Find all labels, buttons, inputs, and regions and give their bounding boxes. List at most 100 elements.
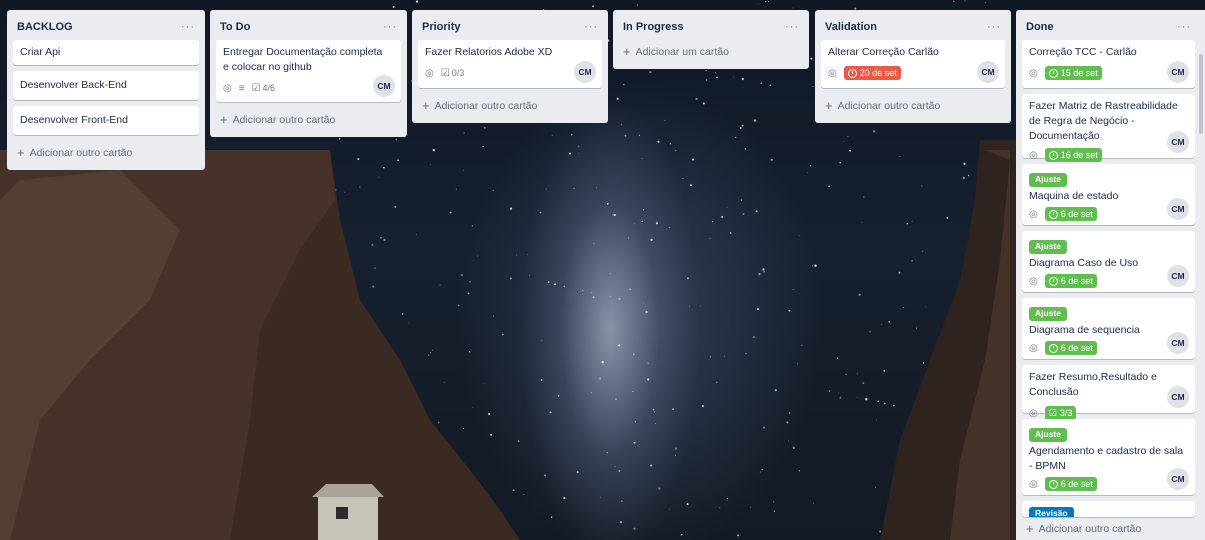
list-menu-icon[interactable]: ···	[785, 21, 799, 33]
list-menu-icon[interactable]: ···	[383, 21, 397, 33]
list-header[interactable]: BACKLOG ···	[13, 16, 199, 38]
card[interactable]: Criar Api	[13, 40, 199, 65]
list-header[interactable]: Validation ···	[821, 16, 1005, 38]
plus-icon: +	[623, 44, 631, 59]
list-menu-icon[interactable]: ···	[987, 21, 1001, 33]
add-card-button[interactable]: + Adicionar outro cartão	[821, 94, 1005, 117]
clock-icon	[1048, 68, 1058, 78]
plus-icon: +	[1026, 521, 1034, 536]
card-title: Agendamento e cadastro de sala - BPMN	[1029, 445, 1184, 472]
member-avatar[interactable]: CM	[373, 75, 395, 97]
card-badges: ◎ 6 de set	[1029, 205, 1188, 223]
card[interactable]: Ajuste Agendamento e cadastro de sala - …	[1022, 419, 1195, 495]
due-date-text: 6 de set	[1060, 276, 1093, 286]
card[interactable]: Alterar Correção Carlão ◎ 20 de set CM	[821, 40, 1005, 88]
card-badges: ◎ 20 de set	[828, 64, 998, 82]
watch-icon: ◎	[1029, 149, 1038, 161]
list-menu-icon[interactable]: ···	[181, 21, 195, 33]
add-card-button[interactable]: + Adicionar outro cartão	[216, 108, 401, 131]
watch-icon: ◎	[425, 67, 434, 79]
watch-icon: ◎	[1029, 478, 1038, 490]
card-label: Ajuste	[1029, 173, 1067, 187]
due-date-text: 6 de set	[1060, 343, 1093, 353]
clock-icon	[1048, 343, 1058, 353]
card-title: Desenvolver Front-End	[20, 114, 128, 126]
list-scrollbar[interactable]	[1199, 54, 1203, 134]
checklist-icon: ☑	[1048, 407, 1057, 418]
due-date-badge[interactable]: 15 de set	[1044, 66, 1102, 80]
due-date-badge[interactable]: 6 de set	[1044, 341, 1097, 355]
member-avatar[interactable]: CM	[1167, 468, 1189, 490]
card[interactable]: Ajuste Maquina de estado ◎ 6 de set CM	[1022, 164, 1195, 225]
add-card-button[interactable]: + Adicionar outro cartão	[418, 94, 602, 117]
list-header[interactable]: Priority ···	[418, 16, 602, 38]
due-date-badge[interactable]: 6 de set	[1044, 207, 1097, 221]
plus-icon: +	[422, 98, 430, 113]
clock-icon	[1048, 150, 1058, 160]
list-header[interactable]: Done ···	[1022, 16, 1195, 38]
list-title[interactable]: Validation	[825, 21, 877, 33]
list-title[interactable]: Priority	[422, 21, 461, 33]
checklist-count: 4/6	[262, 83, 276, 93]
clock-icon	[1048, 209, 1058, 219]
watch-icon: ◎	[1029, 342, 1038, 354]
list-to-do: To Do ··· Entregar Documentação completa…	[210, 10, 407, 137]
card-title: Desenvolver Back-End	[20, 79, 127, 91]
card[interactable]: Desenvolver Back-End	[13, 71, 199, 100]
list-header[interactable]: To Do ···	[216, 16, 401, 38]
add-card-button[interactable]: + Adicionar outro cartão	[1022, 519, 1195, 540]
due-date-badge[interactable]: 6 de set	[1044, 274, 1097, 288]
list-title[interactable]: In Progress	[623, 21, 684, 33]
checklist-count: 0/3	[451, 68, 465, 78]
list-in-progress: In Progress ··· + Adicionar um cartão	[613, 10, 809, 69]
card[interactable]: Ajuste Diagrama Caso de Uso ◎ 6 de set C…	[1022, 231, 1195, 292]
card[interactable]: Correção TCC - Carlão ◎ 15 de set CM	[1022, 40, 1195, 88]
card-label: Revisão	[1029, 507, 1074, 517]
description-icon: ≡	[238, 82, 245, 94]
due-date-text: 6 de set	[1060, 209, 1093, 219]
member-avatar[interactable]: CM	[977, 61, 999, 83]
card[interactable]: Revisão	[1022, 501, 1195, 517]
plus-icon: +	[825, 98, 833, 113]
due-date-badge[interactable]: 20 de set	[843, 66, 901, 80]
card[interactable]: Entregar Documentação completa e colocar…	[216, 40, 401, 102]
list-title[interactable]: Done	[1026, 21, 1054, 33]
plus-icon: +	[220, 112, 228, 127]
list-validation: Validation ··· Alterar Correção Carlão ◎…	[815, 10, 1011, 123]
list-title[interactable]: BACKLOG	[17, 21, 73, 33]
list-menu-icon[interactable]: ···	[584, 21, 598, 33]
list-title[interactable]: To Do	[220, 21, 250, 33]
card[interactable]: Fazer Resumo,Resultado e Conclusão ◎ ☑ 3…	[1022, 365, 1195, 420]
watch-icon: ◎	[1029, 275, 1038, 287]
add-card-label: Adicionar outro cartão	[434, 99, 538, 112]
card[interactable]: Fazer Relatorios Adobe XD ◎ ☑ 0/3 CM	[418, 40, 602, 88]
add-card-button[interactable]: + Adicionar outro cartão	[13, 141, 199, 164]
member-avatar[interactable]: CM	[1167, 131, 1189, 153]
list-menu-icon[interactable]: ···	[1177, 21, 1191, 33]
list-backlog: BACKLOG ··· Criar Api Desenvolver Back-E…	[7, 10, 205, 170]
member-avatar[interactable]: CM	[1167, 61, 1189, 83]
list-done: Done ··· Correção TCC - Carlão ◎ 15 de s…	[1016, 10, 1205, 540]
card[interactable]: Fazer Matriz de Rastreabilidade de Regra…	[1022, 94, 1195, 162]
plus-icon: +	[17, 145, 25, 160]
member-avatar[interactable]: CM	[1167, 265, 1189, 287]
card-title: Fazer Relatorios Adobe XD	[425, 46, 553, 58]
watch-icon: ◎	[1029, 67, 1038, 79]
card[interactable]: Ajuste Diagrama de sequencia ◎ 6 de set …	[1022, 298, 1195, 359]
card-badges: ◎ 16 de set	[1029, 146, 1188, 164]
member-avatar[interactable]: CM	[1167, 332, 1189, 354]
card-label: Ajuste	[1029, 240, 1067, 254]
member-avatar[interactable]: CM	[574, 61, 596, 83]
card[interactable]: Desenvolver Front-End	[13, 106, 199, 135]
due-date-badge[interactable]: 6 de set	[1044, 477, 1097, 491]
due-date-text: 16 de set	[1060, 150, 1098, 160]
list-header[interactable]: In Progress ···	[619, 16, 803, 38]
board: BACKLOG ··· Criar Api Desenvolver Back-E…	[0, 0, 1205, 540]
card-title: Entregar Documentação completa e colocar…	[223, 46, 383, 73]
due-date-badge[interactable]: 16 de set	[1044, 148, 1102, 162]
card-title: Alterar Correção Carlão	[828, 46, 939, 58]
add-card-button[interactable]: + Adicionar um cartão	[619, 40, 803, 63]
member-avatar[interactable]: CM	[1167, 198, 1189, 220]
due-date-text: 6 de set	[1060, 479, 1093, 489]
member-avatar[interactable]: CM	[1167, 386, 1189, 408]
